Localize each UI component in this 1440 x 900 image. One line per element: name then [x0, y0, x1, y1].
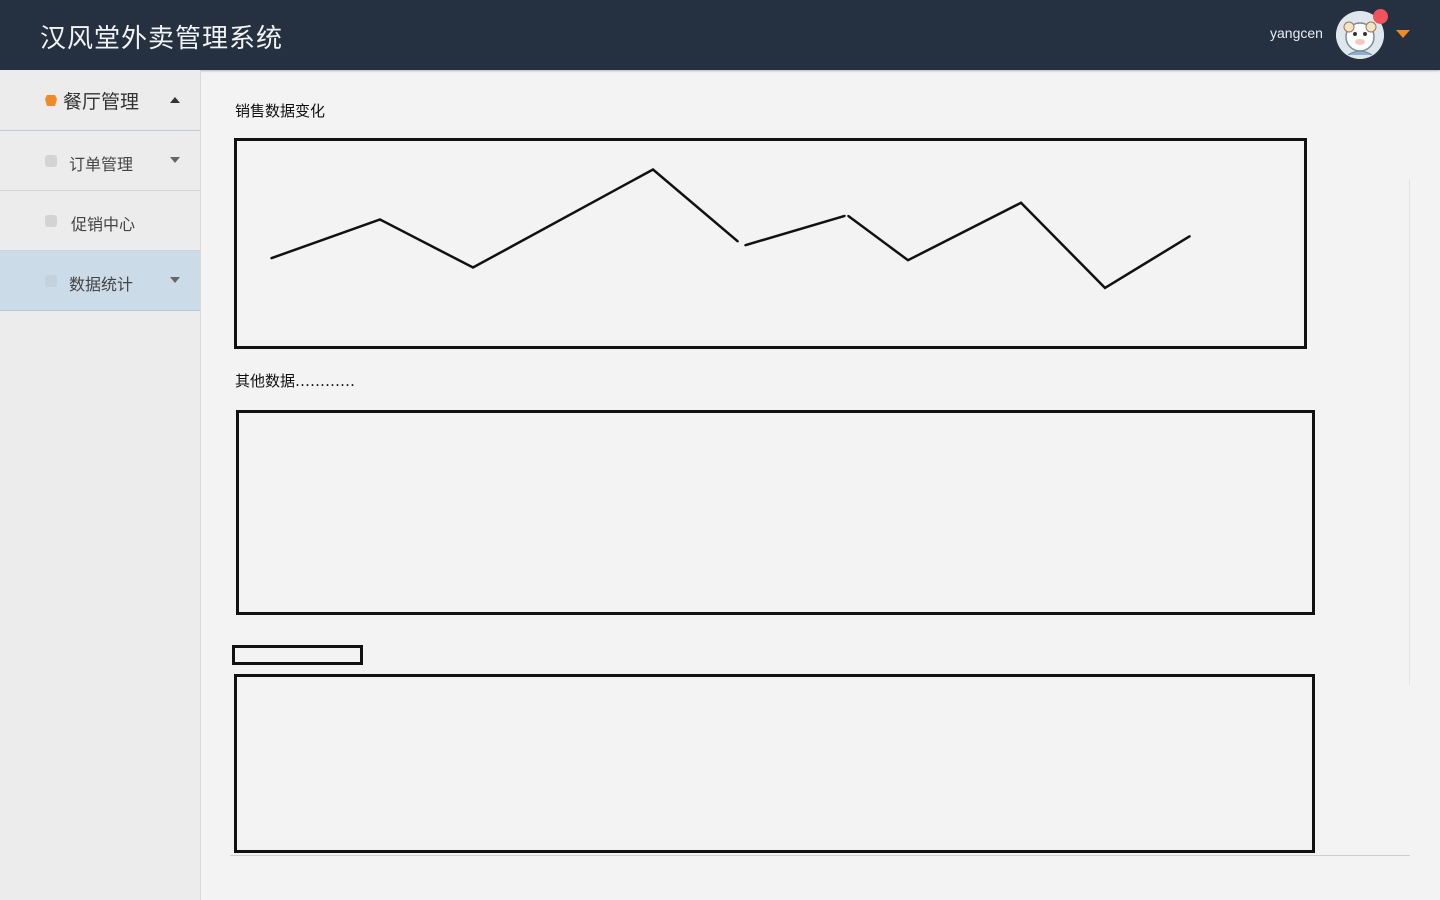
- chart-point: [1189, 235, 1191, 237]
- chevron-down-icon[interactable]: [170, 157, 180, 163]
- bullet-icon: [45, 215, 57, 227]
- chart-line-segment-2: [744, 214, 846, 247]
- chevron-up-icon[interactable]: [170, 97, 180, 103]
- restaurant-icon: [45, 95, 57, 106]
- chart-point: [847, 215, 849, 217]
- notification-dot[interactable]: [1373, 9, 1388, 24]
- chart-point: [472, 266, 474, 269]
- chevron-down-icon[interactable]: [170, 277, 180, 283]
- chart-line-segment-3: [847, 201, 1191, 290]
- other-data-title: 其他数据…………: [235, 372, 356, 390]
- app-title: 汉风堂外卖管理系统: [40, 24, 284, 54]
- sidebar-item-promotions[interactable]: 促销中心: [0, 191, 200, 251]
- chart-point: [379, 218, 381, 221]
- bottom-data-panel: [234, 674, 1315, 853]
- chart-point: [652, 168, 654, 171]
- chart-point: [270, 257, 272, 260]
- chevron-down-icon[interactable]: [1396, 30, 1410, 38]
- chart-line-segment-1: [270, 167, 739, 269]
- sidebar-item-label: 数据统计: [69, 275, 134, 294]
- sales-section-title: 销售数据变化: [235, 102, 326, 120]
- other-data-panel: [236, 410, 1315, 615]
- sales-line-chart: [270, 167, 1191, 290]
- divider: [1409, 180, 1410, 685]
- sidebar-section-label: 餐厅管理: [63, 91, 140, 113]
- username-label[interactable]: yangcen: [1270, 25, 1323, 41]
- chart-point: [1020, 202, 1022, 204]
- bullet-icon: [45, 155, 57, 167]
- placeholder-tab-box: [232, 645, 363, 665]
- sidebar-item-statistics[interactable]: 数据统计: [0, 251, 200, 311]
- chart-point: [907, 259, 909, 261]
- top-navigation-bar: 汉风堂外卖管理系统 yangcen: [0, 0, 1440, 70]
- chart-point: [844, 215, 846, 217]
- chart-point: [737, 240, 739, 243]
- sidebar-item-label: 订单管理: [69, 155, 134, 174]
- bullet-icon: [45, 275, 57, 287]
- chart-point: [1104, 287, 1106, 289]
- sidebar-item-orders[interactable]: 订单管理: [0, 131, 200, 191]
- chart-point: [744, 244, 746, 247]
- sidebar-item-label: 促销中心: [71, 215, 136, 234]
- sales-chart-panel: [234, 138, 1307, 349]
- sidebar: 餐厅管理 订单管理 促销中心 数据统计: [0, 70, 201, 900]
- divider: [230, 855, 1410, 856]
- sidebar-section-restaurant[interactable]: 餐厅管理: [0, 70, 200, 131]
